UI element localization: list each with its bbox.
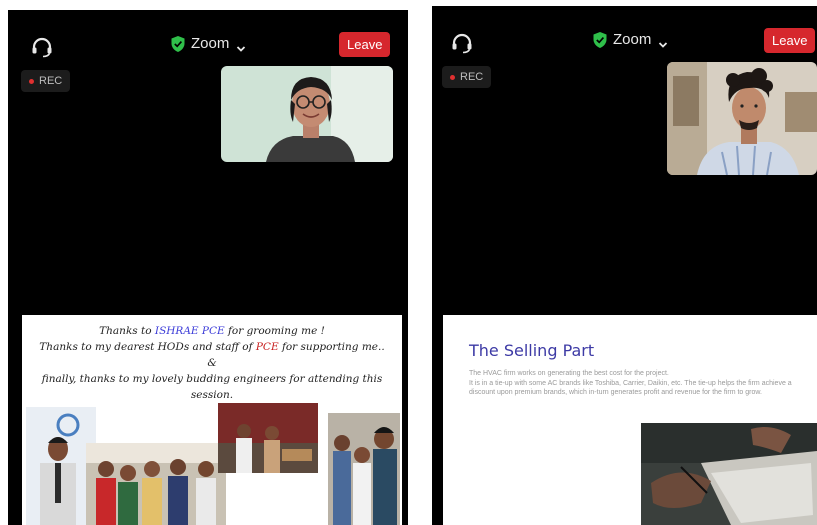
right-meeting-screen: Zoom Leave REC The Selling Part The HVAC…: [432, 6, 817, 525]
top-bar: Zoom Leave: [8, 10, 408, 70]
thanks-line-3: finally, thanks to my lovely budding eng…: [41, 373, 383, 385]
thanks-line-4: session.: [190, 389, 234, 401]
meeting-title-dropdown[interactable]: Zoom: [593, 31, 668, 48]
recording-indicator: REC: [21, 70, 71, 92]
photo-collage: [26, 403, 400, 525]
slide-body-line-2: It is in a tie-up with some AC brands li…: [469, 379, 792, 397]
shield-check-icon: [171, 35, 185, 52]
shield-check-icon: [593, 31, 607, 48]
app-title: Zoom: [191, 35, 230, 52]
self-video-tile[interactable]: [221, 66, 393, 162]
leave-button[interactable]: Leave: [339, 32, 391, 57]
thanks-line-2: Thanks to my dearest HODs and staff of P…: [39, 341, 385, 369]
slide-body-line-1: The HVAC firm works on generating the be…: [469, 370, 669, 377]
rec-dot-icon: [29, 78, 34, 84]
chevron-down-icon: [658, 36, 668, 48]
laptop-photo: [641, 423, 817, 525]
recording-indicator: REC: [442, 66, 492, 88]
shared-slide: The Selling Part The HVAC firm works on …: [443, 315, 817, 525]
top-bar: Zoom Leave: [432, 6, 817, 66]
meeting-title-dropdown[interactable]: Zoom: [171, 35, 246, 52]
chevron-down-icon: [236, 40, 246, 52]
rec-label: REC: [39, 75, 63, 87]
leave-button[interactable]: Leave: [764, 28, 816, 53]
slide-body: The HVAC firm works on generating the be…: [469, 369, 814, 398]
rec-label: REC: [460, 71, 484, 83]
app-title: Zoom: [613, 31, 652, 48]
headset-icon[interactable]: [30, 36, 54, 58]
thanks-text: Thanks to ISHRAE PCE for grooming me ! T…: [22, 315, 402, 403]
left-meeting-screen: Zoom Leave REC Thanks to ISHRAE PCE for …: [8, 10, 408, 525]
rec-dot-icon: [450, 74, 455, 80]
slide-title: The Selling Part: [469, 341, 595, 360]
self-video-tile[interactable]: [667, 62, 817, 175]
headset-icon[interactable]: [450, 32, 474, 54]
thanks-line-1: Thanks to ISHRAE PCE for grooming me !: [99, 325, 325, 337]
shared-slide: Thanks to ISHRAE PCE for grooming me ! T…: [22, 315, 402, 525]
